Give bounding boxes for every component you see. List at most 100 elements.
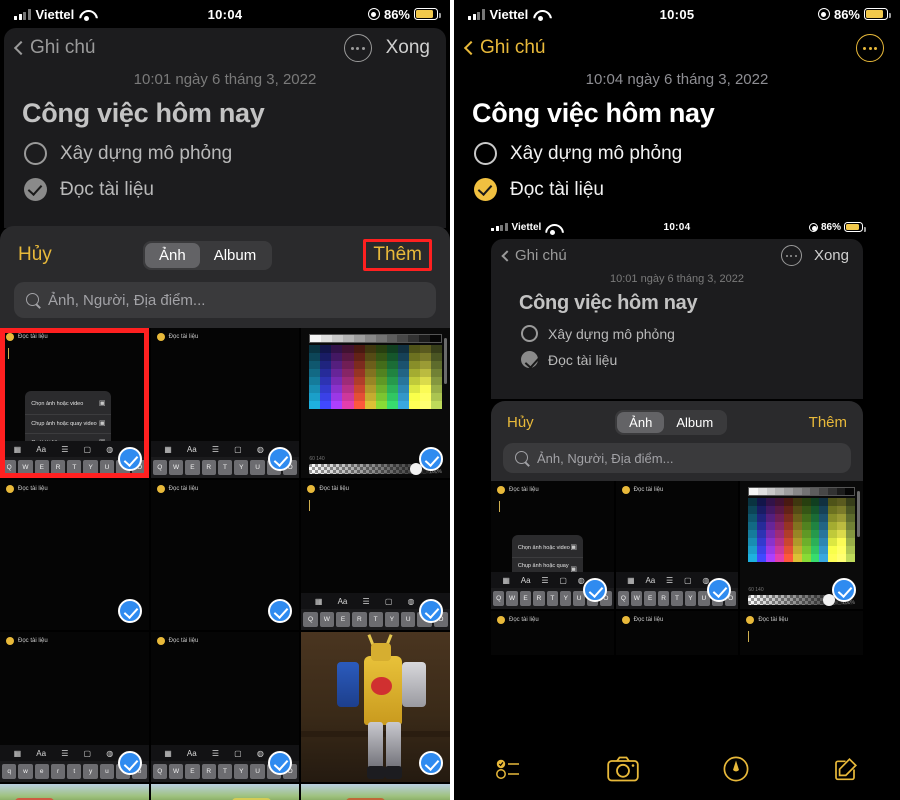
selected-check-icon[interactable] bbox=[117, 447, 142, 471]
keyboard-key: T bbox=[67, 460, 82, 475]
todo-item[interactable]: Đọc tài liệu bbox=[521, 351, 863, 368]
thumb-todo-label: Đọc tài liệu bbox=[509, 487, 539, 493]
cancel-button[interactable]: Hủy bbox=[18, 244, 52, 266]
keyboard-key: T bbox=[217, 460, 233, 475]
add-button[interactable]: Thêm bbox=[373, 244, 422, 265]
checkbox-checked-icon[interactable] bbox=[474, 178, 497, 201]
thumb-todo-row: Đọc tài liệu bbox=[616, 481, 739, 494]
photo-thumbnail[interactable] bbox=[301, 784, 450, 800]
low-power-mode-icon bbox=[808, 222, 818, 232]
photo-thumbnail[interactable]: Đọc tài liệu bbox=[491, 611, 614, 655]
source-segmented-control[interactable]: Ảnh Album bbox=[142, 240, 273, 270]
checkbox-unchecked-icon[interactable] bbox=[474, 142, 497, 165]
selected-check-icon[interactable] bbox=[831, 578, 856, 602]
photo-thumbnail[interactable]: Đọc tài liệu▦Aa☰▢◍⌄QWERTYUIO bbox=[150, 632, 300, 782]
ellipsis-circle-icon[interactable] bbox=[780, 245, 802, 266]
tab-photos[interactable]: Ảnh bbox=[144, 242, 200, 268]
photo-thumbnail[interactable]: 60 140 100% bbox=[740, 481, 863, 609]
photo-thumbnail[interactable] bbox=[150, 784, 300, 800]
keyboard-key: q bbox=[2, 764, 17, 779]
done-button[interactable]: Xong bbox=[386, 37, 430, 59]
embedded-screenshot-attachment[interactable]: Viettel 10:04 86% Ghi chú Xong 10:01 ngà… bbox=[469, 215, 885, 655]
checkbox-unchecked-icon[interactable] bbox=[24, 142, 47, 165]
ellipsis-circle-icon[interactable] bbox=[856, 34, 884, 62]
photo-thumbnail[interactable]: Đọc tài liệu bbox=[615, 611, 739, 655]
tab-photos[interactable]: Ảnh bbox=[617, 412, 665, 433]
photo-grid[interactable]: Đọc tài liệu Chọn ảnh hoặc video ▣ Chụp ảnh… bbox=[0, 328, 450, 800]
photo-thumbnail[interactable]: Đọc tài liệu Chọn ảnh hoặc video ▣ Chụp ảnh… bbox=[0, 328, 149, 478]
photo-thumbnail[interactable]: Đọc tài liệu▦Aa☰▢◍⌄qwertyuio bbox=[0, 632, 149, 782]
done-button[interactable]: Xong bbox=[814, 247, 849, 264]
note-date: 10:01 ngày 6 tháng 3, 2022 bbox=[133, 71, 317, 88]
back-to-notes-button[interactable]: Ghi chú bbox=[13, 37, 95, 59]
photo-thumbnail[interactable]: Đọc tài liệu▦Aa☰▢◍⌄QWERTYUIO bbox=[150, 328, 300, 478]
keyboard-key: W bbox=[18, 460, 33, 475]
todo-item[interactable]: Xây dựng mô phỏng bbox=[24, 142, 446, 165]
tab-albums[interactable]: Album bbox=[664, 412, 725, 433]
photo-grid[interactable]: Đọc tài liệu Chọn ảnh hoặc video ▣ Chụp ảnh… bbox=[491, 481, 863, 655]
keyboard-key: E bbox=[185, 764, 200, 779]
todo-item[interactable]: Đọc tài liệu bbox=[24, 178, 446, 201]
add-button[interactable]: Thêm bbox=[809, 414, 847, 431]
battery-percent-label: 86% bbox=[383, 6, 410, 22]
selected-check-icon[interactable] bbox=[582, 578, 607, 602]
selected-check-icon[interactable] bbox=[419, 447, 443, 471]
battery-percent-label: 86% bbox=[833, 6, 860, 22]
compose-button[interactable] bbox=[834, 757, 858, 786]
battery-icon bbox=[844, 222, 866, 232]
ellipsis-circle-icon[interactable] bbox=[343, 34, 372, 62]
selected-check-icon[interactable] bbox=[419, 599, 443, 623]
photo-thumbnail[interactable]: Đọc tài liệu Chọn ảnh hoặc video ▣ Chụp ảnh… bbox=[491, 481, 614, 609]
checklist-button[interactable] bbox=[496, 758, 522, 785]
thumb-todo-row: Đọc tài liệu bbox=[491, 481, 614, 494]
photo-thumbnail[interactable]: 60 140 100% bbox=[301, 328, 450, 478]
markup-button[interactable] bbox=[723, 756, 749, 787]
chevron-left-icon bbox=[13, 40, 29, 56]
todo-label: Xây dựng mô phỏng bbox=[548, 325, 675, 342]
checkbox-checked-icon[interactable] bbox=[521, 351, 538, 368]
selected-check-icon[interactable] bbox=[419, 751, 443, 775]
search-input[interactable]: Ảnh, Người, Địa điểm... bbox=[14, 282, 436, 318]
search-input[interactable]: Ảnh, Người, Địa điểm... bbox=[503, 443, 851, 473]
selected-check-icon[interactable] bbox=[117, 751, 142, 775]
photo-thumbnail[interactable]: Đọc tài liệu▦Aa☰▢◍⌄QWERTYUIO bbox=[301, 480, 450, 630]
back-to-notes-button[interactable]: Ghi chú bbox=[463, 37, 545, 59]
text-caret bbox=[8, 348, 9, 359]
back-to-notes-button[interactable]: Ghi chú bbox=[501, 247, 567, 264]
keyboard-key: T bbox=[671, 591, 683, 606]
note-date: 10:01 ngày 6 tháng 3, 2022 bbox=[610, 273, 744, 285]
keyboard-key: R bbox=[201, 764, 216, 779]
keyboard-key: Y bbox=[234, 460, 249, 475]
thumb-todo-label: Đọc tài liệu bbox=[168, 486, 199, 492]
battery-percent-label: 86% bbox=[820, 221, 841, 233]
checkbox-checked-icon[interactable] bbox=[24, 178, 47, 201]
checklist-icon: ☰ bbox=[61, 444, 69, 454]
source-segmented-control[interactable]: Ảnh Album bbox=[615, 410, 728, 435]
keyboard-key: T bbox=[546, 591, 559, 606]
thumb-todo-label: Đọc tài liệu bbox=[633, 487, 664, 493]
checkbox-unchecked-icon[interactable] bbox=[521, 325, 538, 342]
photo-thumbnail[interactable]: Đọc tài liệu bbox=[150, 480, 300, 630]
scrollbar[interactable] bbox=[444, 338, 447, 384]
photo-thumbnail[interactable] bbox=[0, 784, 149, 800]
photo-thumbnail[interactable]: Đọc tài liệu▦Aa☰▢◍⌄QWERTYUIO bbox=[740, 611, 863, 655]
scrollbar[interactable] bbox=[856, 491, 860, 537]
keyboard-key: Q bbox=[493, 591, 505, 606]
todo-item[interactable]: Đọc tài liệu bbox=[474, 178, 900, 201]
left-phone-screen: Viettel 10:04 86% Ghi chú Xong 10:01 ngà… bbox=[0, 0, 450, 800]
photo-thumbnail[interactable]: Đọc tài liệu bbox=[0, 480, 149, 630]
camera-icon: ▣ bbox=[98, 419, 106, 427]
photo-thumbnail[interactable]: Đọc tài liệu▦Aa☰▢◍⌄QWERTYUIO bbox=[615, 481, 739, 609]
camera-icon: ▢ bbox=[559, 575, 567, 585]
todo-item[interactable]: Xây dựng mô phỏng bbox=[474, 142, 900, 165]
selected-check-icon[interactable] bbox=[117, 599, 142, 623]
tab-albums[interactable]: Album bbox=[200, 243, 271, 268]
photo-thumbnail[interactable] bbox=[301, 632, 450, 782]
chevron-left-icon bbox=[501, 249, 513, 262]
embedded-note-navbar: Ghi chú Xong bbox=[491, 239, 863, 268]
cancel-button[interactable]: Hủy bbox=[507, 414, 534, 431]
todo-item[interactable]: Xây dựng mô phỏng bbox=[521, 325, 863, 342]
back-label: Ghi chú bbox=[515, 247, 567, 264]
camera-button[interactable] bbox=[607, 756, 639, 787]
table-icon: ▦ bbox=[502, 575, 510, 585]
